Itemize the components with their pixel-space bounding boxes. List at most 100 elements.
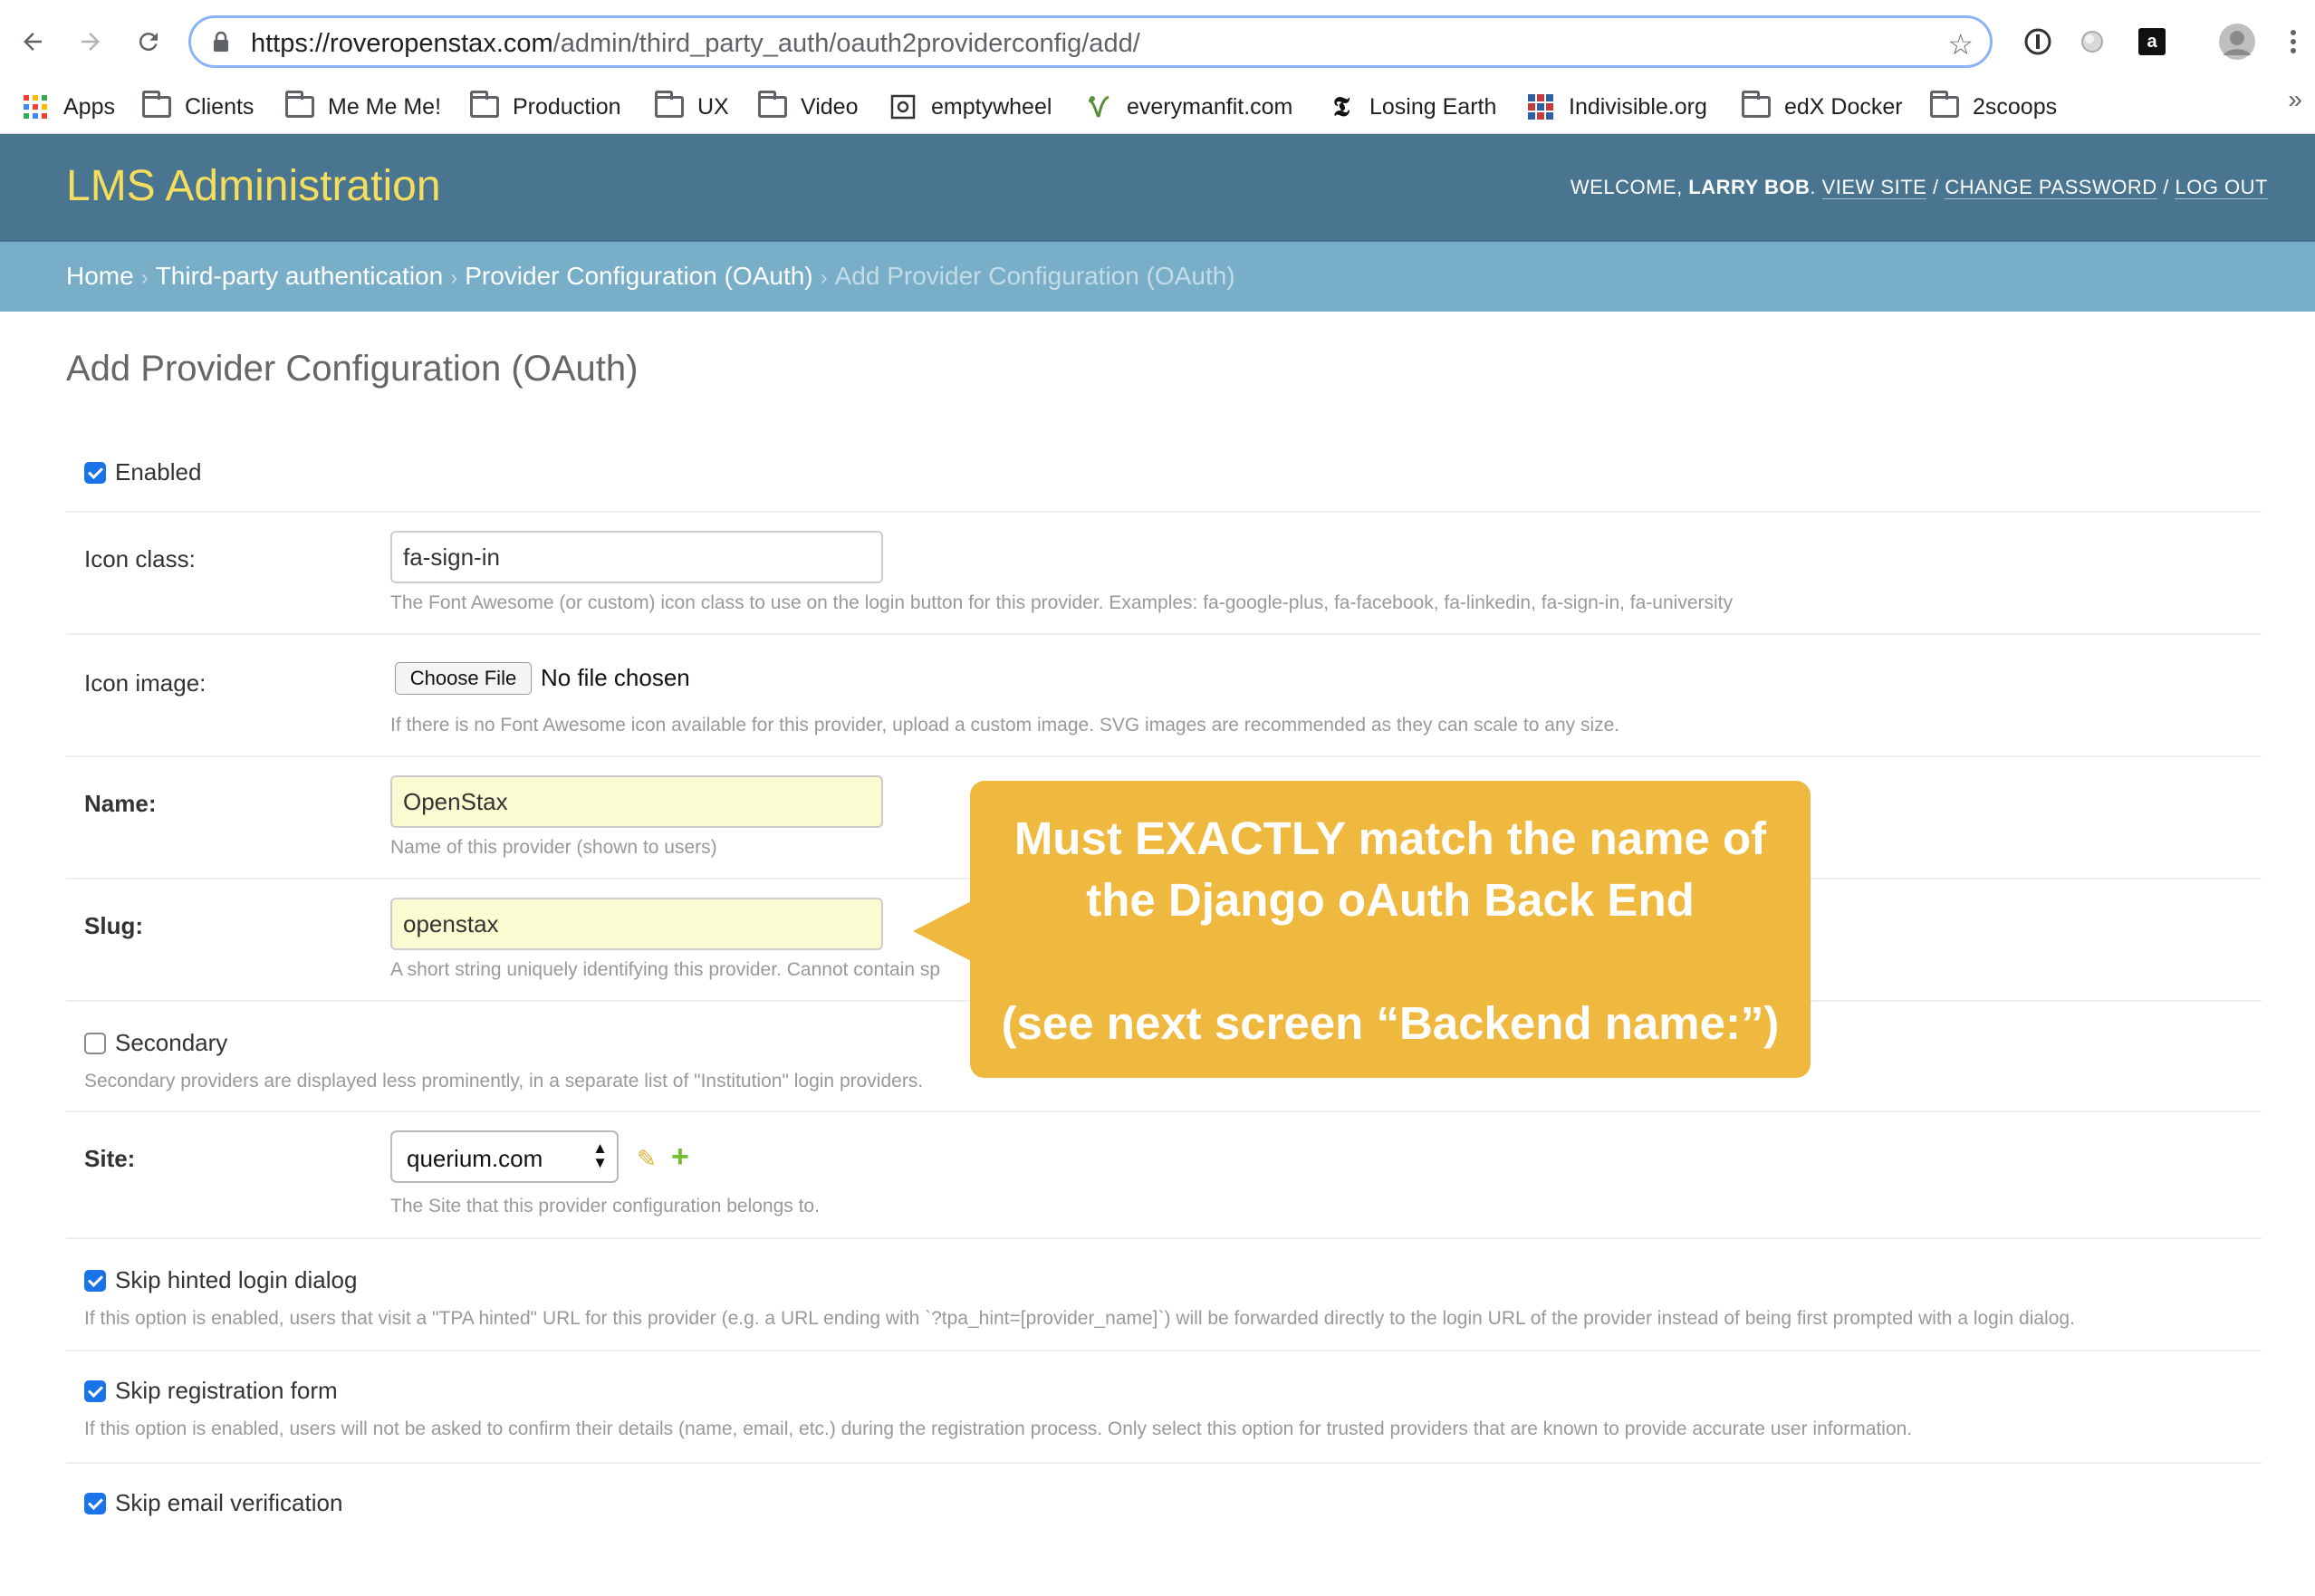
site-help: The Site that this provider configuratio…: [390, 1196, 820, 1216]
skip-hinted-checkbox[interactable]: [84, 1270, 106, 1292]
form-row-icon-class: Icon class: fa-sign-in The Font Awesome …: [66, 513, 2262, 635]
bookmarks-bar: Apps Clients Me Me Me! Production UX Vid…: [0, 80, 2315, 134]
form-row-enabled: Enabled: [66, 433, 2262, 513]
reload-icon[interactable]: [127, 20, 170, 63]
amazon-extension-icon[interactable]: a: [2134, 24, 2170, 60]
bookmark-everymanfit[interactable]: everymanfit.com: [1083, 87, 1292, 127]
skip-email-checkbox[interactable]: [84, 1493, 106, 1514]
enabled-label: Enabled: [115, 458, 202, 486]
bookmark-production[interactable]: Production: [469, 87, 621, 127]
breadcrumb: Home › Third-party authentication › Provider…: [0, 242, 2315, 312]
lock-icon: [213, 31, 229, 57]
log-out-link[interactable]: LOG OUT: [2175, 176, 2268, 199]
breadcrumb-provider-config[interactable]: Provider Configuration (OAuth): [465, 262, 812, 290]
bookmark-label: Clients: [185, 93, 255, 120]
breadcrumb-separator: ›: [450, 265, 458, 290]
page-title: Add Provider Configuration (OAuth): [66, 349, 639, 389]
back-icon[interactable]: [11, 20, 54, 63]
bookmark-label: everymanfit.com: [1127, 93, 1293, 120]
secondary-help: Secondary providers are displayed less p…: [84, 1071, 924, 1091]
bookmark-label: Losing Earth: [1369, 93, 1497, 120]
browser-menu-icon[interactable]: [2275, 24, 2311, 60]
form-row-skip-hinted: Skip hinted login dialog If this option …: [66, 1239, 2262, 1351]
bookmark-label: UX: [697, 93, 729, 120]
forward-icon[interactable]: [69, 20, 112, 63]
browser-toolbar: https://roveropenstax.com/admin/third_pa…: [0, 0, 2315, 83]
folder-icon: [1929, 91, 1960, 120]
secondary-checkbox[interactable]: [84, 1033, 106, 1054]
site-select[interactable]: querium.com ▲ ▼: [390, 1130, 619, 1183]
form-row-icon-image: Icon image: Choose File No file chosen I…: [66, 635, 2262, 757]
edit-pencil-icon[interactable]: ✎: [637, 1145, 657, 1173]
skip-registration-checkbox[interactable]: [84, 1380, 106, 1402]
password-manager-icon[interactable]: [2020, 24, 2056, 60]
site-label: Site:: [84, 1145, 136, 1172]
bookmark-label: Me Me Me!: [328, 93, 442, 120]
user-tools: WELCOME, LARRY BOB. VIEW SITE / CHANGE P…: [1571, 176, 2268, 199]
bookmark-label: Indivisible.org: [1569, 93, 1707, 120]
extension-circle-icon[interactable]: [2074, 24, 2110, 60]
user-name: LARRY BOB: [1688, 176, 1811, 198]
admin-header: LMS Administration WELCOME, LARRY BOB. V…: [0, 134, 2315, 242]
profile-avatar-icon[interactable]: [2217, 22, 2257, 62]
breadcrumb-separator: ›: [820, 265, 828, 290]
icon-image-help: If there is no Font Awesome icon availab…: [390, 715, 1620, 736]
callout-line-3: (see next screen “Backend name:”): [1001, 997, 1780, 1049]
select-arrows-icon: ▲ ▼: [592, 1139, 608, 1171]
view-site-link[interactable]: VIEW SITE: [1821, 176, 1927, 199]
secondary-label: Secondary: [115, 1029, 228, 1056]
bookmark-emptywheel[interactable]: emptywheel: [888, 87, 1052, 127]
callout-line-2: the Django oAuth Back End: [1086, 874, 1695, 926]
icon-class-label: Icon class:: [84, 545, 196, 572]
bookmark-label: emptywheel: [931, 93, 1052, 120]
callout-line-1: Must EXACTLY match the name of: [1013, 812, 1767, 864]
bookmark-indivisible[interactable]: Indivisible.org: [1525, 87, 1707, 127]
icon-class-input[interactable]: fa-sign-in: [390, 531, 883, 583]
form-row-skip-email: Skip email verification: [66, 1464, 2262, 1545]
bookmark-label: Video: [801, 93, 859, 120]
folder-icon: [141, 91, 172, 120]
bookmark-label: Apps: [63, 93, 115, 120]
bookmark-apps[interactable]: Apps: [20, 87, 115, 127]
bookmarks-overflow-icon[interactable]: »: [2288, 85, 2302, 114]
site-branding[interactable]: LMS Administration: [66, 161, 441, 211]
bookmark-me-me-me[interactable]: Me Me Me!: [284, 87, 441, 127]
folder-icon: [284, 91, 315, 120]
indivisible-icon: [1525, 93, 1556, 120]
skip-registration-label: Skip registration form: [115, 1377, 338, 1404]
address-bar[interactable]: https://roveropenstax.com/admin/third_pa…: [188, 15, 1993, 68]
bookmark-label: edX Docker: [1784, 93, 1903, 120]
breadcrumb-separator: ›: [140, 265, 149, 290]
icon-image-label: Icon image:: [84, 669, 207, 697]
name-input[interactable]: OpenStax: [390, 775, 883, 828]
breadcrumb-third-party-auth[interactable]: Third-party authentication: [156, 262, 444, 290]
breadcrumb-current: Add Provider Configuration (OAuth): [834, 262, 1235, 290]
bookmark-star-icon[interactable]: ☆: [1947, 27, 1974, 62]
folder-icon: [1741, 91, 1772, 120]
folder-icon: [469, 91, 500, 120]
bookmark-losing-earth[interactable]: 𝕿 Losing Earth: [1326, 87, 1497, 127]
name-label: Name:: [84, 790, 157, 817]
bookmark-2scoops[interactable]: 2scoops: [1929, 87, 2057, 127]
form-row-skip-registration: Skip registration form If this option is…: [66, 1351, 2262, 1464]
slug-help: A short string uniquely identifying this…: [390, 959, 941, 980]
name-help: Name of this provider (shown to users): [390, 837, 717, 858]
bookmark-label: Production: [513, 93, 621, 120]
choose-file-button[interactable]: Choose File: [395, 662, 532, 695]
bookmark-video[interactable]: Video: [757, 87, 859, 127]
bookmark-clients[interactable]: Clients: [141, 87, 254, 127]
user-tools-separator: /: [1926, 176, 1945, 198]
folder-icon: [757, 91, 788, 120]
slug-input[interactable]: openstax: [390, 898, 883, 950]
url-text: https://roveropenstax.com/admin/third_pa…: [251, 29, 1140, 58]
site-select-value: querium.com: [407, 1145, 543, 1172]
breadcrumb-home[interactable]: Home: [66, 262, 134, 290]
change-password-link[interactable]: CHANGE PASSWORD: [1945, 176, 2157, 199]
bookmark-ux[interactable]: UX: [654, 87, 729, 127]
annotation-callout: Must EXACTLY match the name of the Djang…: [970, 781, 1811, 1078]
file-status-text: No file chosen: [541, 664, 690, 691]
add-plus-icon[interactable]: +: [671, 1139, 689, 1175]
enabled-checkbox[interactable]: [84, 462, 106, 484]
bookmark-edx-docker[interactable]: edX Docker: [1741, 87, 1903, 127]
nyt-icon: 𝕿: [1332, 91, 1350, 123]
